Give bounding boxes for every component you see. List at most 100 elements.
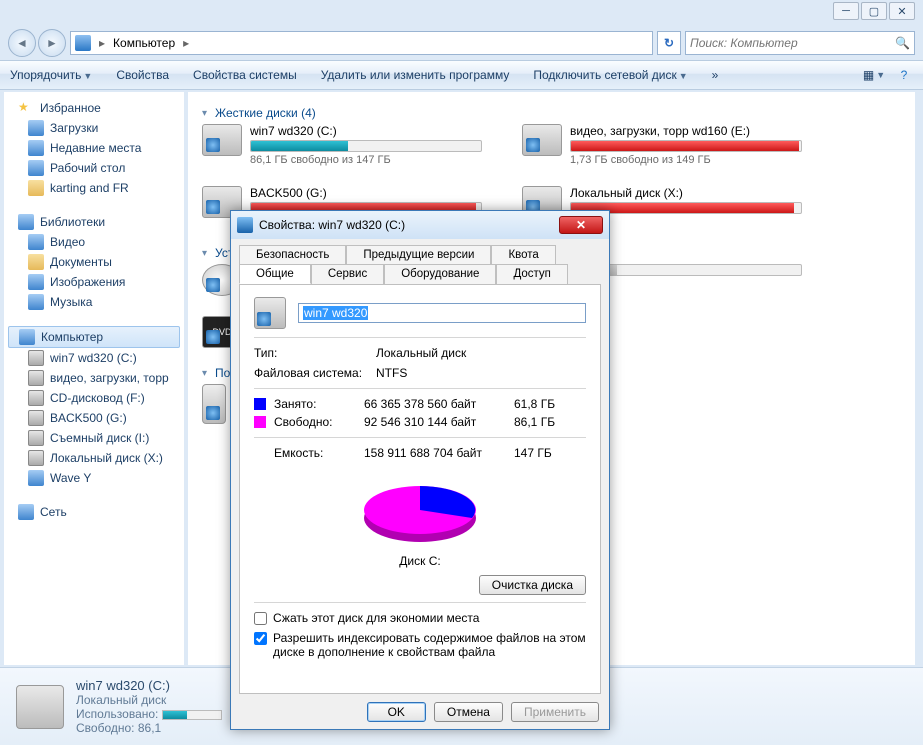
free-color-icon [254, 416, 266, 428]
drive-icon [28, 430, 44, 446]
dialog-titlebar[interactable]: Свойства: win7 wd320 (C:) ✕ [231, 211, 609, 239]
tab-sharing[interactable]: Доступ [496, 264, 567, 284]
tree-item-drive-i[interactable]: Съемный диск (I:) [4, 428, 184, 448]
index-label: Разрешить индексировать содержимое файло… [273, 631, 586, 659]
volume-name-input[interactable]: win7 wd320 [298, 303, 586, 323]
used-color-icon [254, 398, 266, 410]
details-free-value: 86,1 [138, 721, 161, 735]
breadcrumb-arrow: ▸ [95, 36, 109, 50]
details-name: win7 wd320 (C:) [76, 678, 222, 693]
menu-system-properties[interactable]: Свойства системы [193, 68, 297, 82]
nav-back-button[interactable]: ◄ [8, 29, 36, 57]
nav-forward-button[interactable]: ► [38, 29, 66, 57]
drive-name: win7 wd320 (C:) [250, 124, 482, 138]
details-used-label: Использовано: [76, 707, 158, 721]
tree-favorites[interactable]: ★Избранное [4, 98, 184, 118]
tab-previous-versions[interactable]: Предыдущие версии [346, 245, 491, 264]
tree-item-documents[interactable]: Документы [4, 252, 184, 272]
disk-cleanup-button[interactable]: Очистка диска [479, 575, 586, 595]
tab-security[interactable]: Безопасность [239, 245, 346, 264]
menu-organize[interactable]: Упорядочить▼ [10, 68, 92, 82]
tab-tools[interactable]: Сервис [311, 264, 384, 284]
cancel-button[interactable]: Отмена [434, 702, 503, 722]
compress-checkbox[interactable] [254, 612, 267, 625]
cd-icon [28, 390, 44, 406]
tree-item-music[interactable]: Музыка [4, 292, 184, 312]
drive-name: Локальный диск (X:) [570, 186, 802, 200]
menu-more[interactable]: » [712, 68, 719, 82]
tab-hardware[interactable]: Оборудование [384, 264, 496, 284]
toolbar: Упорядочить▼ Свойства Свойства системы У… [0, 60, 923, 90]
menu-properties[interactable]: Свойства [116, 68, 169, 82]
type-value: Локальный диск [376, 346, 466, 360]
fs-label: Файловая система: [254, 366, 364, 380]
view-icon[interactable]: ▦▼ [865, 66, 883, 84]
apply-button[interactable]: Применить [511, 702, 599, 722]
usage-bar [250, 140, 482, 152]
tree-libraries[interactable]: Библиотеки [4, 212, 184, 232]
drive-icon [28, 410, 44, 426]
address-bar[interactable]: ▸ Компьютер ▸ [70, 31, 653, 55]
navigation-tree: ★Избранное Загрузки Недавние места Рабоч… [4, 92, 184, 665]
tab-quota[interactable]: Квота [491, 245, 555, 264]
compress-label: Сжать этот диск для экономии места [273, 611, 479, 625]
dialog-close-button[interactable]: ✕ [559, 216, 603, 234]
drive-icon [202, 124, 242, 156]
search-box[interactable]: 🔍 [685, 31, 915, 55]
drive-e[interactable]: видео, загрузки, торр wd160 (E:) 1,73 ГБ… [522, 124, 802, 166]
free-bytes: 92 546 310 144 байт [364, 415, 514, 429]
computer-icon [19, 329, 35, 345]
tree-item-wave-y[interactable]: Wave Y [4, 468, 184, 488]
libraries-icon [18, 214, 34, 230]
menu-uninstall[interactable]: Удалить или изменить программу [321, 68, 510, 82]
free-label: Свободно: [274, 415, 364, 429]
search-input[interactable] [690, 36, 895, 50]
drive-icon [16, 685, 64, 729]
help-icon[interactable]: ? [895, 66, 913, 84]
minimize-button[interactable]: ─ [833, 2, 859, 20]
breadcrumb-arrow: ▸ [179, 36, 193, 50]
drive-icon [28, 350, 44, 366]
details-usage-bar [162, 710, 222, 720]
used-bytes: 66 365 378 560 байт [364, 397, 514, 411]
star-icon: ★ [18, 100, 34, 116]
video-icon [28, 234, 44, 250]
tree-item-video[interactable]: Видео [4, 232, 184, 252]
used-gb: 61,8 ГБ [514, 397, 574, 411]
drive-name: BACK500 (G:) [250, 186, 482, 200]
tree-item-drive-c[interactable]: win7 wd320 (C:) [4, 348, 184, 368]
section-hdd[interactable]: Жесткие диски (4) [202, 106, 901, 120]
index-checkbox[interactable] [254, 632, 267, 645]
refresh-button[interactable]: ↻ [657, 31, 681, 55]
search-icon: 🔍 [895, 36, 910, 50]
capacity-bytes: 158 911 688 704 байт [364, 446, 514, 460]
tree-item-drive-x[interactable]: Локальный диск (X:) [4, 448, 184, 468]
maximize-button[interactable]: ▢ [861, 2, 887, 20]
tree-item-drive-f[interactable]: CD-дисковод (F:) [4, 388, 184, 408]
downloads-icon [28, 120, 44, 136]
capacity-gb: 147 ГБ [514, 446, 574, 460]
tree-computer[interactable]: Компьютер [8, 326, 180, 348]
folder-icon [28, 180, 44, 196]
tree-item-images[interactable]: Изображения [4, 272, 184, 292]
drive-subtext: 1,73 ГБ свободно из 149 ГБ [570, 154, 802, 166]
drive-c[interactable]: win7 wd320 (C:) 86,1 ГБ свободно из 147 … [202, 124, 482, 166]
tree-item-desktop[interactable]: Рабочий стол [4, 158, 184, 178]
drive-icon [254, 297, 286, 329]
tree-item-downloads[interactable]: Загрузки [4, 118, 184, 138]
breadcrumb-segment[interactable]: Компьютер [113, 36, 175, 50]
drive-icon [28, 370, 44, 386]
tree-item-karting[interactable]: karting and FR [4, 178, 184, 198]
tree-item-drive-e[interactable]: видео, загрузки, торр [4, 368, 184, 388]
drive-icon [28, 450, 44, 466]
tab-general[interactable]: Общие [239, 264, 311, 284]
recent-icon [28, 140, 44, 156]
menu-map-drive[interactable]: Подключить сетевой диск▼ [533, 68, 687, 82]
drive-icon [522, 124, 562, 156]
tree-network[interactable]: Сеть [4, 502, 184, 522]
ok-button[interactable]: OK [367, 702, 426, 722]
tree-item-drive-g[interactable]: BACK500 (G:) [4, 408, 184, 428]
properties-dialog: Свойства: win7 wd320 (C:) ✕ Безопасность… [230, 210, 610, 730]
close-button[interactable]: ✕ [889, 2, 915, 20]
tree-item-recent[interactable]: Недавние места [4, 138, 184, 158]
